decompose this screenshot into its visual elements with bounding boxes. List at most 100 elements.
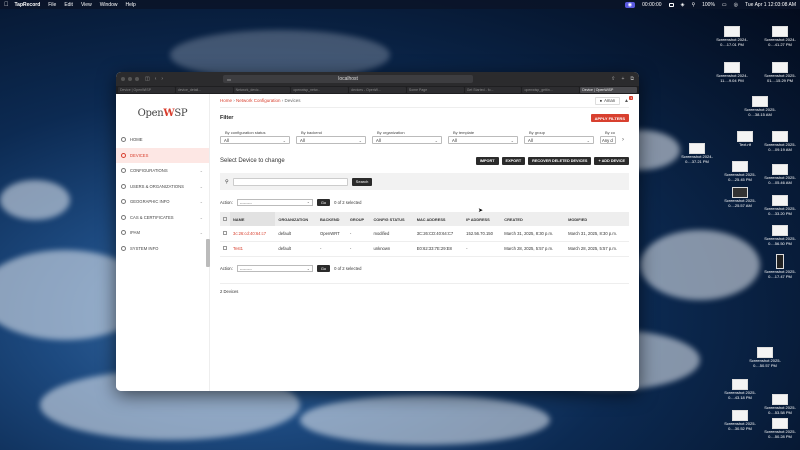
search-menubar-icon[interactable]: ⚲ bbox=[691, 2, 695, 8]
browser-tab[interactable]: devices - OpenW... bbox=[349, 87, 406, 93]
col-ip[interactable]: IP Address bbox=[463, 212, 502, 226]
menu-edit[interactable]: Edit bbox=[64, 2, 73, 8]
sidebar-item-system-info[interactable]: System Info bbox=[116, 241, 209, 257]
sidebar-item-users[interactable]: Users & Organizations ⌄ bbox=[116, 179, 209, 195]
maximize-window-icon[interactable] bbox=[135, 77, 139, 81]
filter-created[interactable]: By co Any d bbox=[600, 130, 616, 144]
desktop-file-icon[interactable]: Screenshot 2025-0....09.19 AM bbox=[760, 131, 800, 152]
tab-strip: Device | OpenWISP device_detail... Netwo… bbox=[116, 86, 639, 94]
filter-backend[interactable]: By backend All ⌄ bbox=[296, 130, 366, 144]
sidebar-item-devices[interactable]: Devices bbox=[116, 147, 209, 163]
desktop-file-icon[interactable]: Screenshot 2025-0....30.52 PM bbox=[720, 410, 760, 431]
col-organization[interactable]: Organization bbox=[275, 212, 317, 226]
browser-tab[interactable]: openwisp_netw... bbox=[291, 87, 349, 93]
tab-overview-icon[interactable]: ⧉ bbox=[630, 76, 634, 82]
recover-deleted-button[interactable]: RECOVER DELETED DEVICES bbox=[528, 157, 592, 165]
breadcrumb-home[interactable]: Home bbox=[220, 98, 232, 103]
menu-view[interactable]: View bbox=[81, 2, 92, 8]
device-link[interactable]: Test1 bbox=[230, 241, 276, 257]
browser-tab[interactable]: Device | OpenWISP bbox=[118, 87, 175, 93]
search-button[interactable]: Search bbox=[351, 177, 373, 186]
apple-icon[interactable]:  bbox=[4, 2, 9, 8]
filter-config-status[interactable]: By configuration status All ⌄ bbox=[220, 130, 290, 144]
action-select[interactable]: --------- ⌄ bbox=[236, 198, 313, 206]
desktop-file-icon[interactable]: Screenshot 2025-0....33.20 PM bbox=[760, 195, 800, 216]
go-button[interactable]: Go bbox=[316, 265, 331, 272]
control-icon[interactable]: ◈ bbox=[681, 2, 685, 8]
col-group[interactable]: Group bbox=[346, 212, 371, 226]
filter-template[interactable]: By template All ⌄ bbox=[448, 130, 518, 144]
desktop-file-icon[interactable]: Screenshot 2024-11....9.04 PM bbox=[712, 62, 752, 83]
select-all-checkbox[interactable] bbox=[223, 216, 227, 221]
col-created[interactable]: Created bbox=[501, 212, 566, 226]
sidebar-item-configurations[interactable]: Configurations ⌄ bbox=[116, 163, 209, 179]
browser-tab[interactable]: Network_devic... bbox=[233, 87, 291, 93]
filter-group[interactable]: By group All ⌄ bbox=[524, 130, 594, 144]
desktop-file-icon[interactable]: Screenshot 2025-0....50.28 PM bbox=[760, 418, 800, 439]
desktop-file-icon[interactable]: Screenshot 2025-0....50.57 PM bbox=[745, 347, 785, 368]
stop-icon[interactable] bbox=[668, 2, 674, 7]
desktop-file-icon[interactable]: Screenshot 2025-0....43.18 PM bbox=[720, 379, 760, 400]
row-checkbox[interactable] bbox=[223, 230, 227, 235]
apply-filters-button[interactable]: APPLY FILTERS bbox=[590, 114, 629, 122]
mouse-cursor-icon: ➤ bbox=[478, 208, 484, 214]
row-checkbox[interactable] bbox=[223, 246, 227, 250]
user-menu-button[interactable]: ● Aman bbox=[594, 96, 621, 105]
browser-tab[interactable]: openwisp_gettin... bbox=[522, 87, 580, 93]
desktop-file-icon[interactable]: Screenshot 2024-0....41.27 PM bbox=[760, 26, 800, 47]
browser-tab[interactable]: Some Page bbox=[406, 87, 464, 93]
col-modified[interactable]: Modified bbox=[565, 212, 629, 226]
sidebar-item-ipam[interactable]: IPAM ⌄ bbox=[116, 225, 209, 241]
col-mac[interactable]: MAC Address bbox=[413, 212, 464, 226]
device-link[interactable]: 3c:26:cd:40:64:c7 bbox=[230, 226, 276, 242]
clock[interactable]: Tue Apr 1 12:03:08 AM bbox=[745, 2, 796, 8]
menu-window[interactable]: Window bbox=[100, 2, 118, 8]
filter-organization[interactable]: By organization All ⌄ bbox=[372, 130, 442, 144]
browser-tab[interactable]: Get Started - fo... bbox=[464, 87, 522, 93]
menu-help[interactable]: Help bbox=[125, 2, 135, 8]
browser-tab-active[interactable]: Device | OpenWISP bbox=[580, 87, 638, 93]
col-backend[interactable]: Backend bbox=[317, 212, 347, 226]
desktop-file-icon[interactable]: Screenshot 2025-0....05.46 AM bbox=[760, 164, 800, 185]
browser-tab[interactable]: device_detail... bbox=[175, 87, 233, 93]
share-icon[interactable]: ⇧ bbox=[611, 76, 615, 82]
menu-app[interactable]: TapRecord bbox=[15, 2, 41, 8]
back-icon[interactable]: ‹ bbox=[155, 76, 157, 82]
col-config-status[interactable]: Config Status bbox=[370, 212, 414, 226]
forward-icon[interactable]: › bbox=[161, 76, 163, 82]
sidebar-toggle-icon[interactable]: ◫ bbox=[145, 76, 150, 82]
sidebar-item-home[interactable]: Home bbox=[116, 132, 209, 148]
action-select[interactable]: --------- ⌄ bbox=[236, 265, 313, 272]
chevron-right-icon[interactable]: › bbox=[622, 130, 624, 144]
minimize-window-icon[interactable] bbox=[128, 77, 132, 81]
desktop-file-icon[interactable]: Screenshot 2025-0....56.50 PM bbox=[760, 225, 800, 246]
search-input[interactable] bbox=[232, 177, 348, 186]
openwisp-logo[interactable]: Open W SP bbox=[116, 94, 209, 132]
add-device-button[interactable]: + ADD DEVICE bbox=[594, 157, 629, 165]
export-button[interactable]: EXPORT bbox=[501, 157, 526, 165]
import-button[interactable]: IMPORT bbox=[475, 157, 499, 165]
desktop-file-icon[interactable]: Screenshot 2024-0....17.01 PM bbox=[712, 26, 752, 47]
wifi-icon[interactable]: ◎ bbox=[734, 2, 738, 8]
desktop-file-icon[interactable]: Screenshot 2025-0....38.15 AM bbox=[740, 96, 780, 117]
sidebar-item-certificates[interactable]: Cas & Certificates ⌄ bbox=[116, 210, 209, 226]
desktop-file-icon[interactable]: Screenshot 2025-0....25.45 PM bbox=[720, 161, 760, 182]
page-settings-icon[interactable]: ▭ bbox=[227, 77, 231, 82]
desktop-file-icon[interactable]: Screenshot 2024-0....37.21 PM bbox=[677, 143, 717, 164]
address-bar[interactable]: ▭ localhost bbox=[223, 75, 474, 83]
sidebar-item-geographic[interactable]: Geographic Info ⌄ bbox=[116, 194, 209, 210]
col-name[interactable]: Name bbox=[230, 212, 276, 226]
desktop-file-icon[interactable]: Screenshot 2025-0....17.47 PM bbox=[760, 254, 800, 279]
new-tab-icon[interactable]: + bbox=[622, 76, 625, 82]
breadcrumb-section[interactable]: Network Configuration bbox=[236, 98, 281, 103]
desktop-file-icon[interactable]: Text.rtf bbox=[725, 131, 765, 148]
recording-icon[interactable]: ◉ bbox=[624, 1, 636, 8]
desktop-file-icon[interactable]: Screenshot 2025-01....15.29 PM bbox=[760, 62, 800, 83]
desktop-file-icon[interactable]: Screenshot 2025-0....53.58 PM bbox=[760, 394, 800, 415]
go-button[interactable]: Go bbox=[316, 198, 331, 206]
close-window-icon[interactable] bbox=[121, 77, 125, 81]
desktop-file-icon[interactable]: Screenshot 2025-0....25.57 AM bbox=[720, 187, 760, 208]
notifications-button[interactable]: ▲ 1 bbox=[624, 95, 633, 104]
menu-file[interactable]: File bbox=[48, 2, 56, 8]
battery-icon[interactable]: ▭ bbox=[722, 2, 727, 8]
